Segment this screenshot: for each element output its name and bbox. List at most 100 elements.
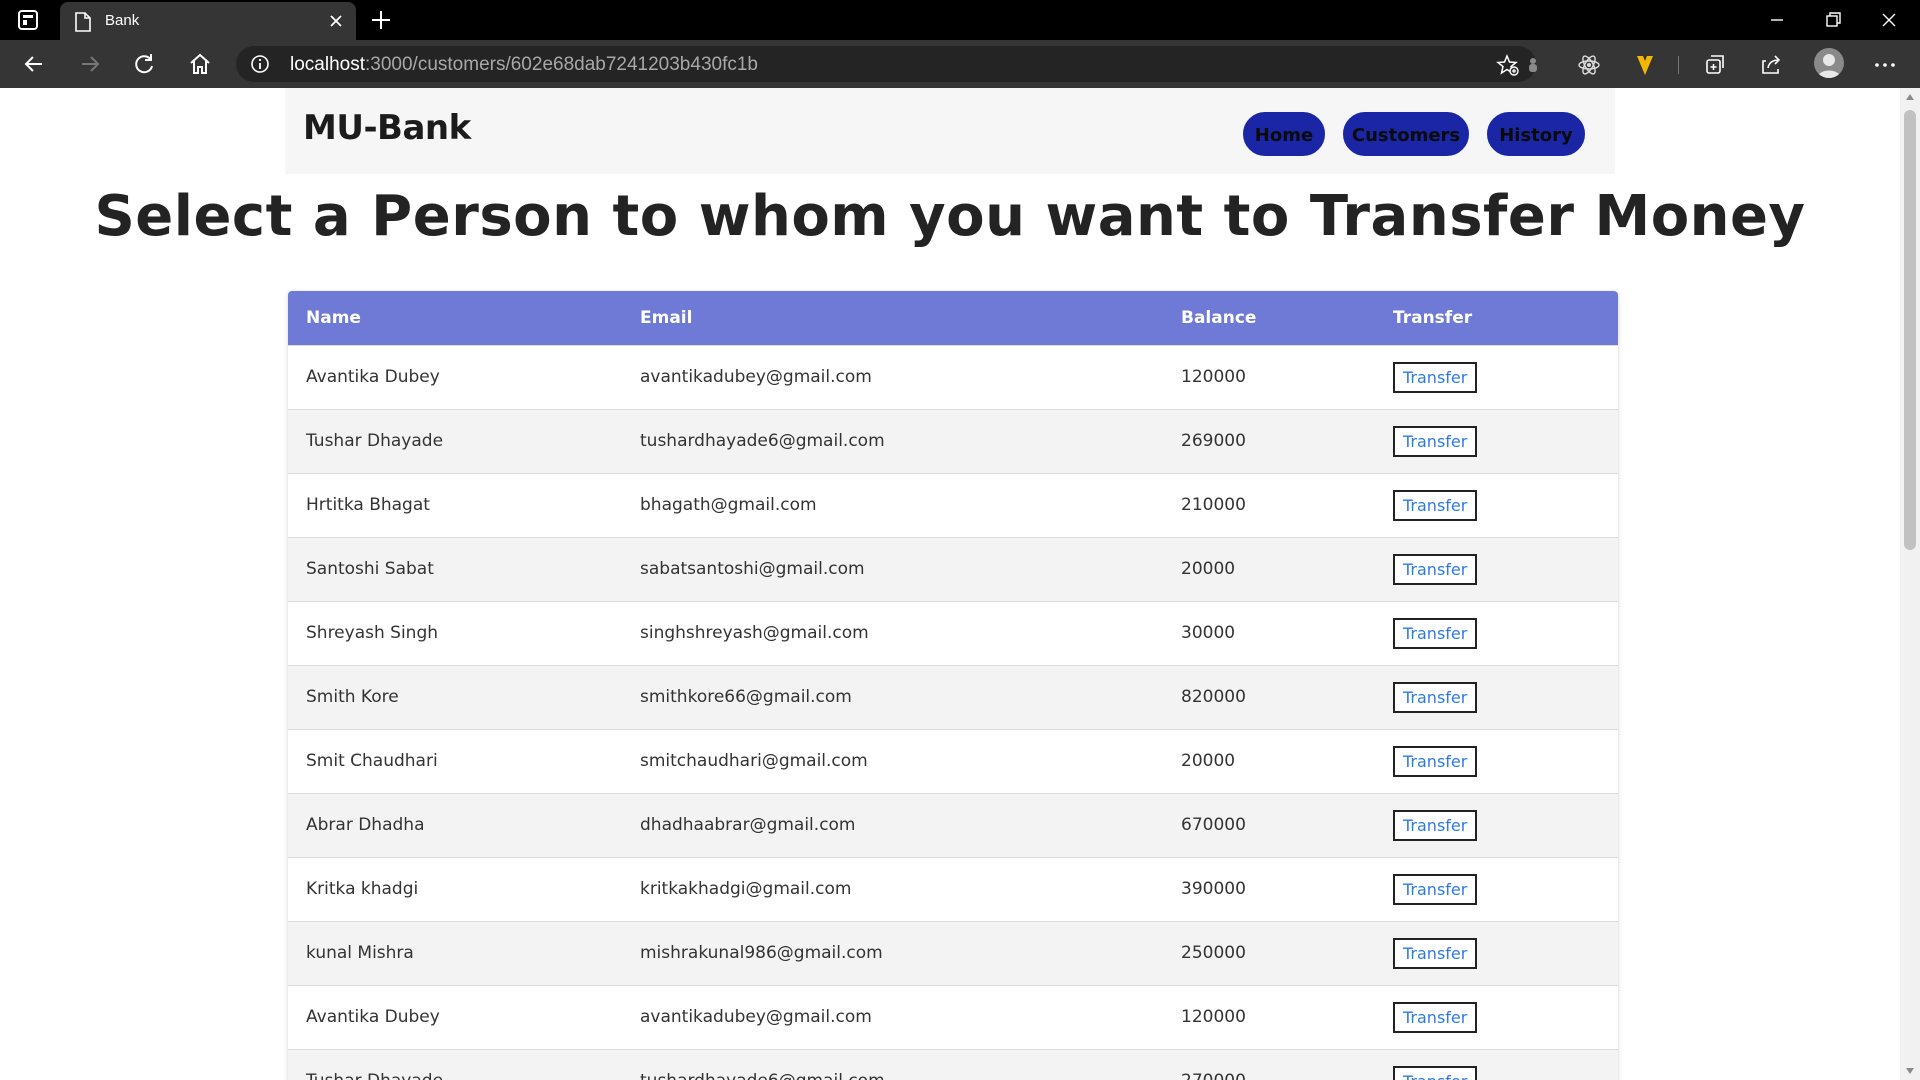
transfer-button[interactable]: Transfer: [1393, 1065, 1478, 1080]
transfer-cell: Transfer: [1375, 856, 1618, 921]
customer-email: avantikadubey@gmail.com: [622, 984, 1163, 1049]
customer-name: Smit Chaudhari: [288, 728, 622, 793]
address-bar[interactable]: localhost:3000/customers/602e68dab724120…: [236, 46, 1536, 82]
add-favorite-icon[interactable]: [1496, 53, 1520, 77]
table-row: Hrtitka Bhagat bhagath@gmail.com 210000 Tra…: [288, 472, 1618, 537]
browser-tab-bar: Bank: [0, 0, 1920, 40]
customer-email: sabatsantoshi@gmail.com: [622, 536, 1163, 601]
customer-email: dhadhaabrar@gmail.com: [622, 792, 1163, 857]
customer-balance: 250000: [1163, 920, 1375, 985]
customer-email: smitchaudhari@gmail.com: [622, 728, 1163, 793]
table-body: Avantika Dubey avantikadubey@gmail.com 120…: [288, 344, 1618, 1080]
page-viewport: MU-Bank Home Customers History Select a …: [0, 88, 1900, 1080]
transfer-cell: Transfer: [1375, 664, 1618, 729]
browser-tab[interactable]: Bank: [60, 2, 356, 40]
page-title: Select a Person to whom you want to Tran…: [94, 184, 1806, 249]
customer-email: kritkakhadgi@gmail.com: [622, 856, 1163, 921]
nav-customers-link[interactable]: Customers: [1343, 112, 1469, 156]
customer-name: Avantika Dubey: [288, 344, 622, 409]
transfer-cell: Transfer: [1375, 600, 1618, 665]
table-row: Tushar Dhayadetushardhayade6@gmail.com27…: [288, 1048, 1618, 1080]
table-row: Tushar Dhayade tushardhayade6@gmail.com 26…: [288, 408, 1618, 473]
transfer-cell: Transfer: [1375, 1048, 1618, 1080]
transfer-cell: Transfer: [1375, 728, 1618, 793]
forward-icon[interactable]: [76, 50, 104, 78]
scroll-down-icon[interactable]: [1906, 1068, 1914, 1074]
transfer-button[interactable]: Transfer: [1393, 489, 1478, 521]
transfer-cell: Transfer: [1375, 344, 1618, 409]
extension-icon[interactable]: [1520, 52, 1546, 78]
customer-email: smithkore66@gmail.com: [622, 664, 1163, 729]
customer-balance: 20000: [1163, 728, 1375, 793]
customer-email: mishrakunal986@gmail.com: [622, 920, 1163, 985]
customer-name: Tushar Dhayade: [288, 408, 622, 473]
minimize-icon[interactable]: [1762, 6, 1792, 34]
customer-balance: 120000: [1163, 984, 1375, 1049]
transfer-button[interactable]: Transfer: [1393, 425, 1478, 457]
tab-actions-icon[interactable]: [16, 8, 40, 32]
restore-icon[interactable]: [1818, 6, 1848, 34]
customer-balance: 820000: [1163, 664, 1375, 729]
home-icon[interactable]: [186, 50, 214, 78]
header-email: Email: [640, 307, 693, 328]
file-icon: [75, 12, 91, 32]
header-balance: Balance: [1181, 307, 1257, 328]
transfer-button[interactable]: Transfer: [1393, 361, 1478, 393]
customer-balance: 670000: [1163, 792, 1375, 857]
react-devtools-icon[interactable]: [1576, 52, 1602, 78]
transfer-button[interactable]: Transfer: [1393, 745, 1478, 777]
transfer-button[interactable]: Transfer: [1393, 873, 1478, 905]
url-text: localhost:3000/customers/602e68dab724120…: [290, 54, 758, 76]
customer-name: Santoshi Sabat: [288, 536, 622, 601]
table-row: Smit Chaudhari smitchaudhari@gmail.com 200…: [288, 728, 1618, 793]
transfer-cell: Transfer: [1375, 792, 1618, 857]
scroll-up-icon[interactable]: [1906, 94, 1914, 100]
vue-extension-icon[interactable]: [1632, 52, 1658, 78]
customer-name: Shreyash Singh: [288, 600, 622, 665]
collections-icon[interactable]: [1702, 52, 1728, 78]
customer-balance: 269000: [1163, 408, 1375, 473]
customer-balance: 20000: [1163, 536, 1375, 601]
page-scrollbar[interactable]: [1900, 88, 1920, 1080]
header-transfer: Transfer: [1393, 307, 1473, 328]
table-row: Avantika Dubey avantikadubey@gmail.com 120…: [288, 984, 1618, 1049]
customer-email: bhagath@gmail.com: [622, 472, 1163, 537]
transfer-cell: Transfer: [1375, 920, 1618, 985]
transfer-button[interactable]: Transfer: [1393, 553, 1478, 585]
transfer-cell: Transfer: [1375, 408, 1618, 473]
customer-balance: 30000: [1163, 600, 1375, 665]
transfer-button[interactable]: Transfer: [1393, 937, 1478, 969]
customer-name: kunal Mishra: [288, 920, 622, 985]
table-row: Avantika Dubey avantikadubey@gmail.com 120…: [288, 344, 1618, 409]
tab-title: Bank: [105, 12, 140, 29]
close-tab-icon[interactable]: [326, 11, 346, 31]
scrollbar-thumb[interactable]: [1904, 110, 1916, 550]
customer-balance: 210000: [1163, 472, 1375, 537]
site-header: MU-Bank Home Customers History: [285, 88, 1615, 174]
profile-avatar[interactable]: [1814, 48, 1844, 78]
customer-balance: 120000: [1163, 344, 1375, 409]
customer-name: Tushar Dhayade: [288, 1048, 622, 1080]
transfer-cell: Transfer: [1375, 536, 1618, 601]
new-tab-icon[interactable]: [368, 7, 394, 33]
back-icon[interactable]: [20, 50, 48, 78]
url-path: :3000/customers/602e68dab7241203b430fc1b: [365, 54, 758, 75]
transfer-cell: Transfer: [1375, 472, 1618, 537]
toolbar-divider: [1678, 56, 1679, 74]
nav-history-link[interactable]: History: [1487, 112, 1585, 156]
table-header-row: Name Email Balance Transfer: [288, 291, 1618, 345]
transfer-button[interactable]: Transfer: [1393, 681, 1478, 713]
transfer-button[interactable]: Transfer: [1393, 1001, 1478, 1033]
customer-email: tushardhayade6@gmail.com: [622, 408, 1163, 473]
transfer-button[interactable]: Transfer: [1393, 809, 1478, 841]
customer-name: Hrtitka Bhagat: [288, 472, 622, 537]
share-icon[interactable]: [1758, 52, 1784, 78]
info-icon[interactable]: [250, 54, 270, 74]
nav-home-link[interactable]: Home: [1243, 112, 1325, 156]
refresh-icon[interactable]: [130, 50, 158, 78]
close-window-icon[interactable]: [1874, 6, 1904, 34]
transfer-button[interactable]: Transfer: [1393, 617, 1478, 649]
table-row: Santoshi Sabat sabatsantoshi@gmail.com 200…: [288, 536, 1618, 601]
more-options-icon[interactable]: [1872, 52, 1898, 78]
site-brand[interactable]: MU-Bank: [303, 108, 471, 148]
